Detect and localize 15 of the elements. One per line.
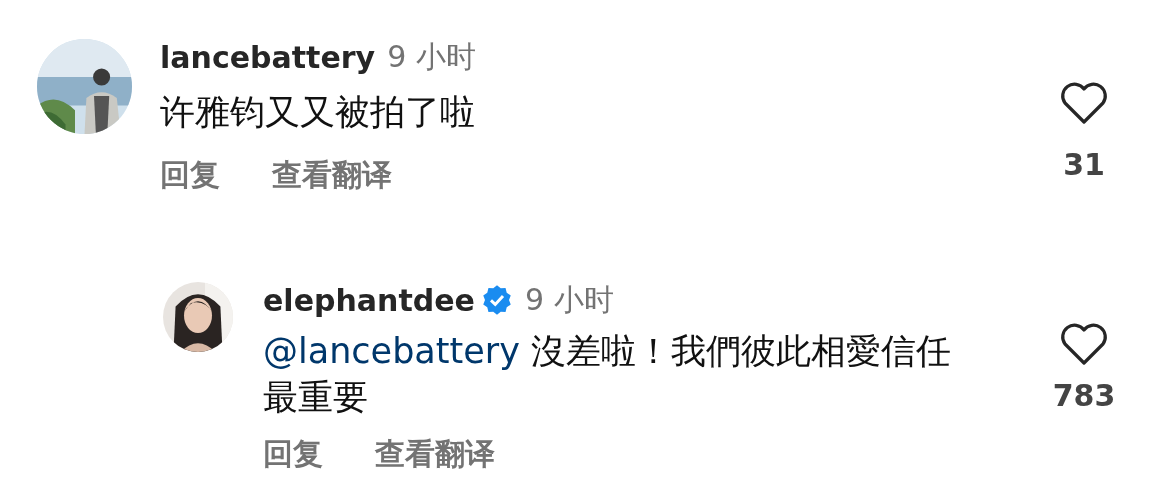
heart-icon[interactable] [1059, 322, 1109, 366]
username[interactable]: elephantdee [263, 282, 475, 318]
comment-text: @lancebattery 沒差啦！我們彼此相愛信任最重要 [263, 330, 953, 419]
translate-link[interactable]: 查看翻译 [375, 434, 495, 475]
like-count: 31 [1063, 147, 1105, 182]
heart-icon[interactable] [1059, 81, 1109, 125]
comment-time: 9 小时 [524, 280, 614, 319]
username[interactable]: lancebattery [160, 39, 376, 75]
reply-button[interactable]: 回复 [160, 155, 220, 196]
reply-button[interactable]: 回复 [263, 434, 323, 475]
translate-link[interactable]: 查看翻译 [272, 155, 392, 196]
mention-link[interactable]: @lancebattery [263, 331, 520, 371]
like-count: 783 [1052, 378, 1116, 413]
comment-text: 许雅钧又又被拍了啦 [160, 91, 476, 134]
comment-time: 9 小时 [387, 37, 476, 76]
